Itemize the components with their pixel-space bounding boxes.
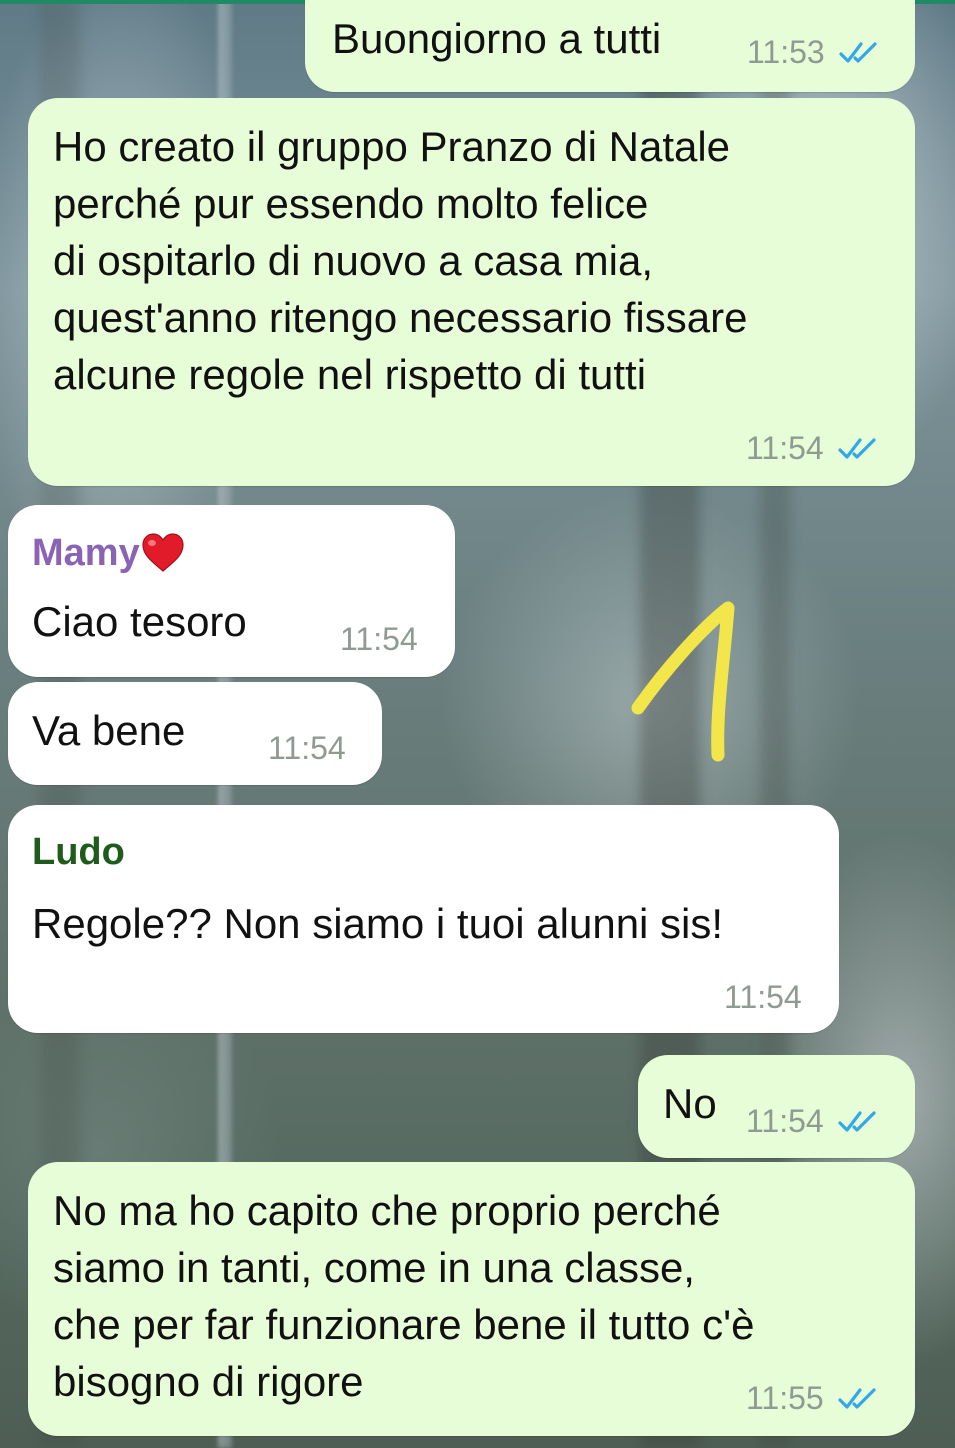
chat-background: { "chat": { "messages": [ { "direction":… [0,0,955,1448]
message-text: Ho creato il gruppo Pranzo di Natale per… [53,123,748,398]
message-bubble-incoming[interactable]: Ludo Regole?? Non siamo i tuoi alunni si… [8,805,839,1033]
message-bubble-outgoing[interactable]: No ma ho capito che proprio perché siamo… [28,1162,915,1436]
message-bubble-outgoing[interactable]: No 11:54 [638,1055,915,1158]
message-bubble-incoming[interactable]: Mamy Ciao tesoro 11:54 [8,505,455,677]
message-meta: 11:54 [746,430,880,467]
message-time: 11:54 [746,1103,824,1139]
double-check-icon [838,1110,876,1132]
message-time: 11:53 [747,34,825,70]
message-bubble-outgoing[interactable]: Ho creato il gruppo Pranzo di Natale per… [28,98,915,486]
message-time: 11:54 [746,430,824,466]
message-text: No [663,1080,717,1127]
message-time: 11:54 [268,730,346,766]
red-heart-icon [142,533,184,572]
message-bubble-incoming[interactable]: Va bene 11:54 [8,682,382,785]
message-meta: 11:54 [746,1103,880,1140]
double-check-icon [839,41,877,63]
message-text: Regole?? Non siamo i tuoi alunni sis! [32,900,724,947]
message-text: No ma ho capito che proprio perché siamo… [53,1187,755,1405]
message-time: 11:54 [724,979,802,1015]
double-check-icon [838,437,876,459]
message-meta: 11:53 [747,34,881,71]
handwritten-annotation-one [631,601,735,762]
message-meta: 11:55 [746,1380,880,1417]
message-bubble-outgoing[interactable]: Buongiorno a tutti 11:53 [305,0,915,92]
sender-name: Mamy [32,531,186,575]
message-time: 11:55 [746,1380,824,1416]
double-check-icon [838,1387,876,1409]
message-text: Buongiorno a tutti [332,15,662,62]
message-text: Va bene [32,707,186,754]
message-time: 11:54 [340,621,418,657]
message-text: Ciao tesoro [32,598,247,645]
sender-name: Ludo [32,831,125,873]
sender-name-text: Mamy [32,532,140,574]
